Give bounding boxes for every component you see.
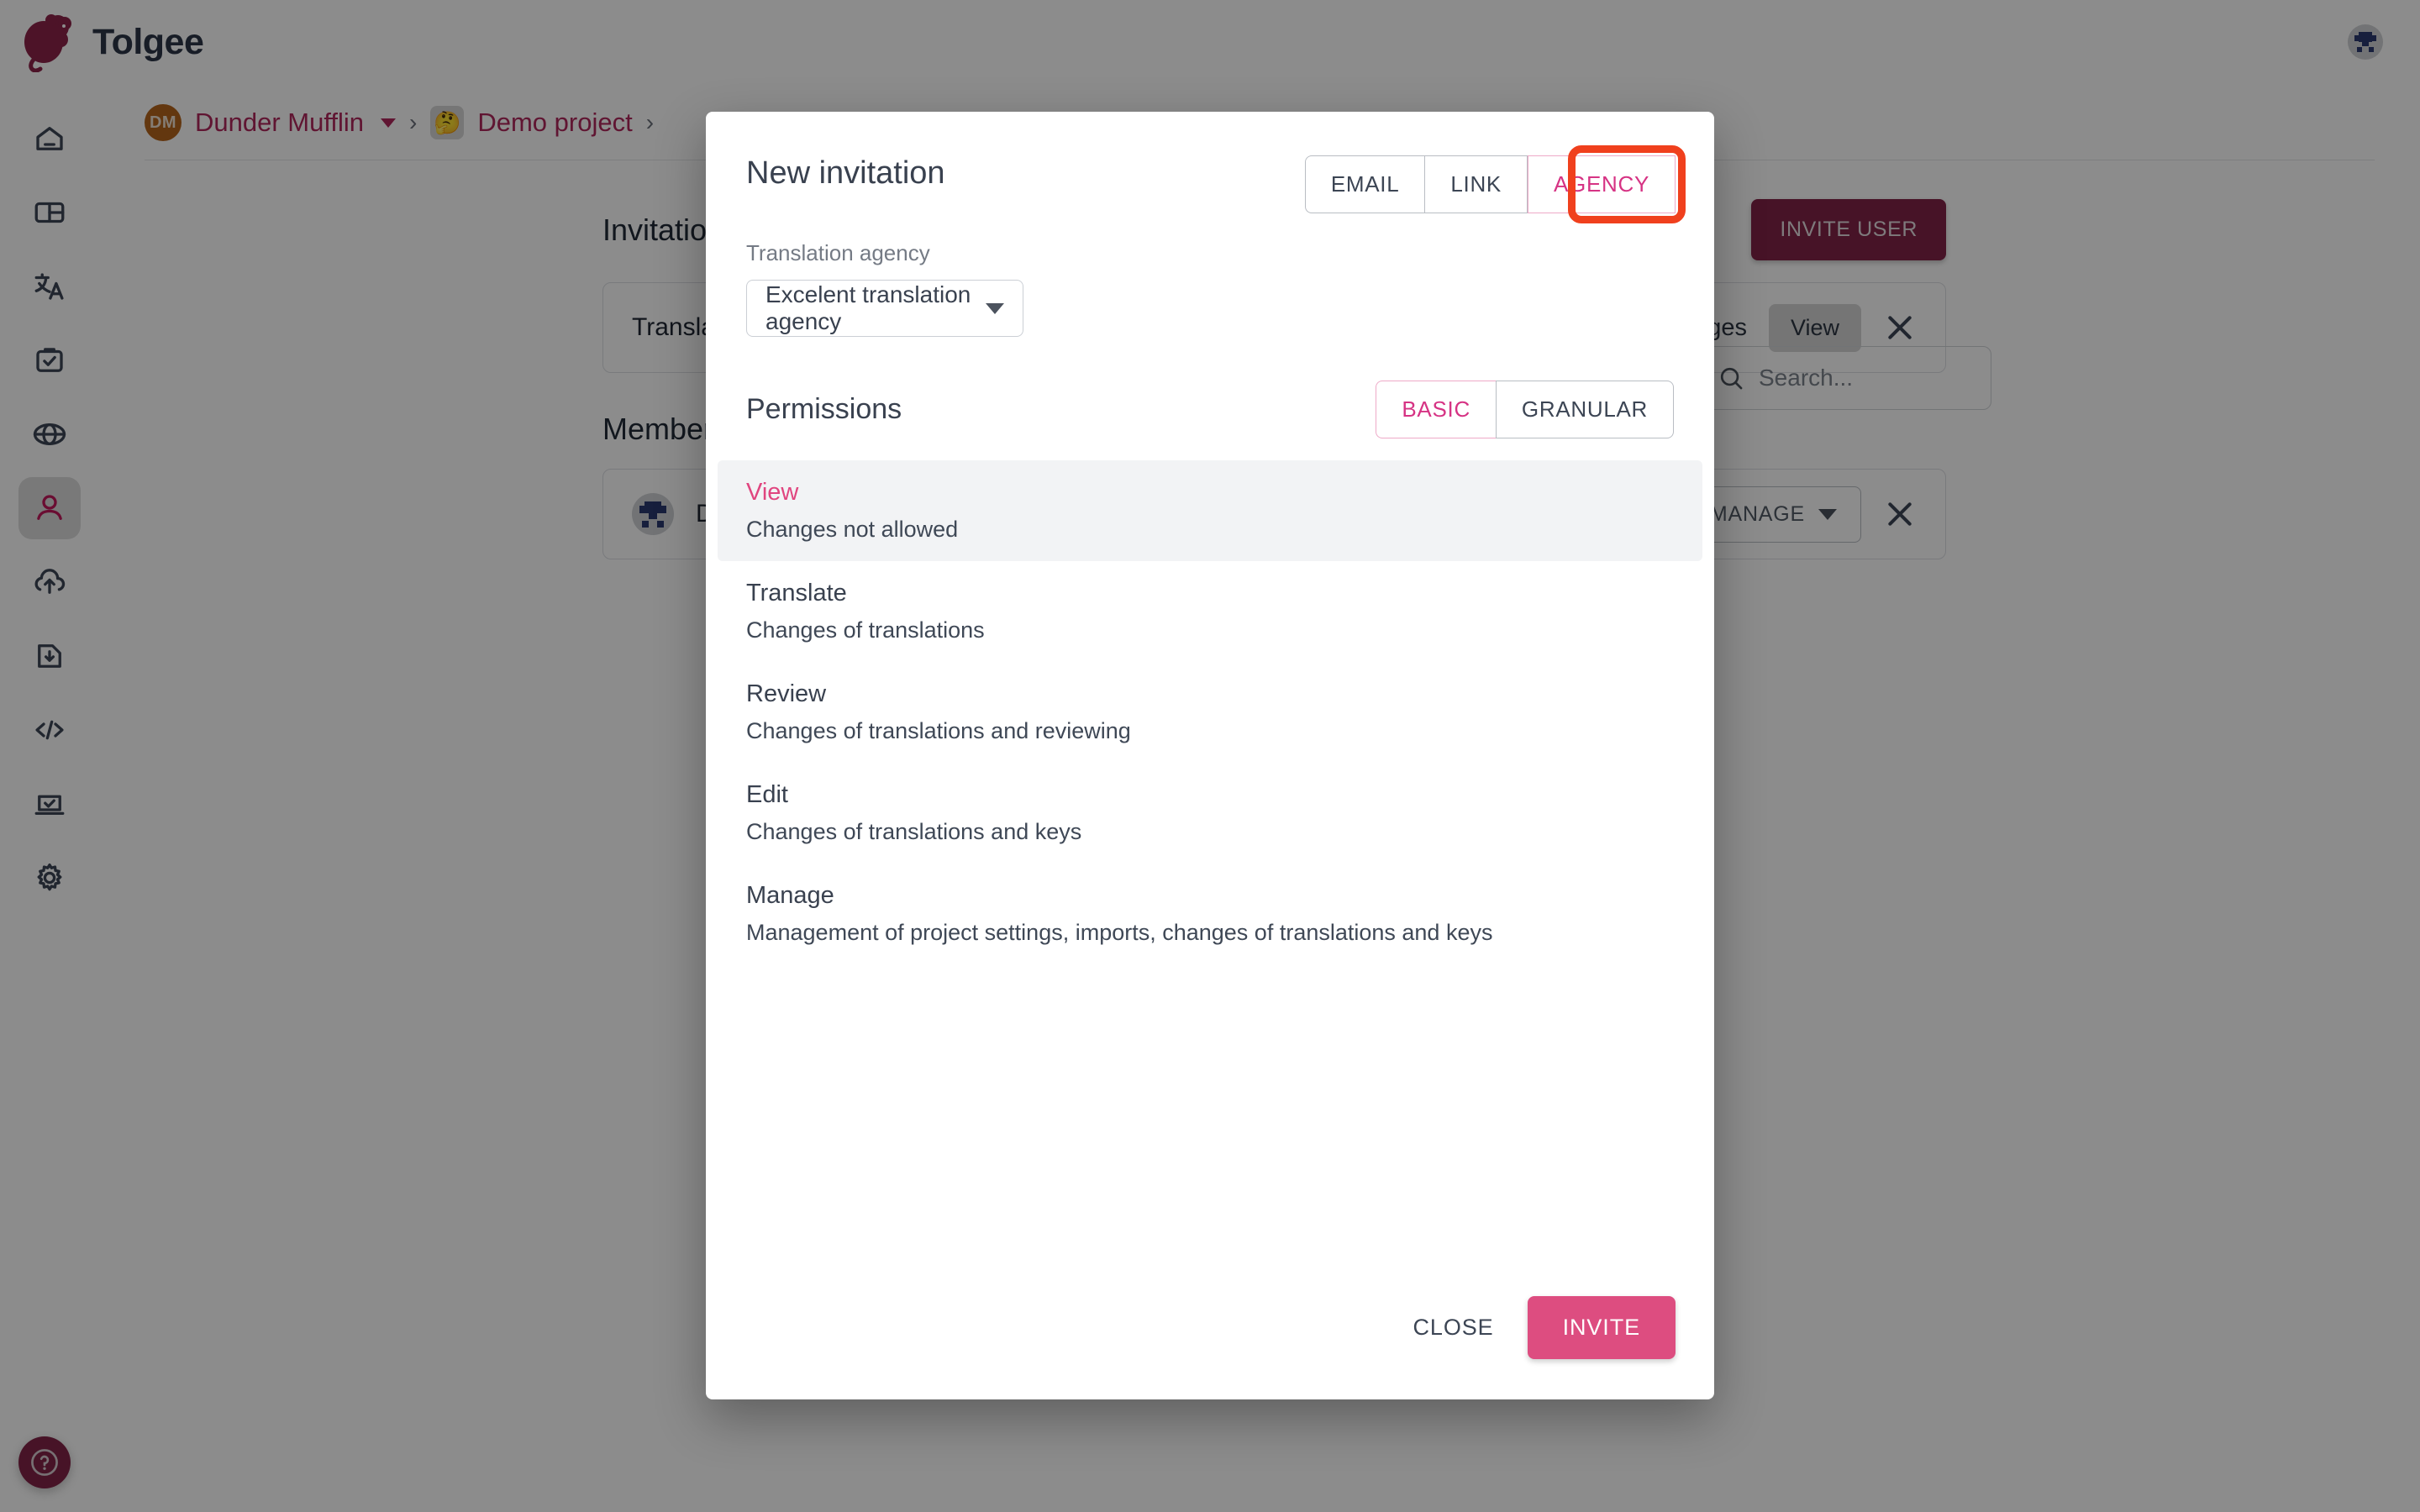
- permissions-mode-tabs: BASIC GRANULAR: [1376, 381, 1674, 438]
- invite-button[interactable]: INVITE: [1527, 1296, 1676, 1359]
- dialog-header: New invitation EMAIL LINK AGENCY: [706, 112, 1714, 223]
- tab-basic[interactable]: BASIC: [1376, 381, 1496, 438]
- dropdown-triangle-icon: [986, 302, 1004, 314]
- permissions-list: View Changes not allowed Translate Chang…: [706, 460, 1714, 964]
- tab-agency[interactable]: AGENCY: [1527, 155, 1676, 213]
- permissions-header: Permissions BASIC GRANULAR: [706, 381, 1714, 438]
- tab-link[interactable]: LINK: [1424, 155, 1528, 213]
- permission-option-view[interactable]: View Changes not allowed: [718, 460, 1702, 561]
- translation-agency-select[interactable]: Excelent translation agency: [746, 280, 1023, 337]
- permission-option-review[interactable]: Review Changes of translations and revie…: [718, 662, 1702, 763]
- permission-option-translate[interactable]: Translate Changes of translations: [718, 561, 1702, 662]
- translation-agency-value: Excelent translation agency: [765, 281, 971, 334]
- permission-option-manage[interactable]: Manage Management of project settings, i…: [718, 864, 1702, 964]
- tab-email[interactable]: EMAIL: [1304, 155, 1425, 213]
- screen: Tolgee DM Dunder Mufflin › 🤔 Demo projec…: [0, 0, 2420, 1512]
- new-invitation-dialog: New invitation EMAIL LINK AGENCY Transla…: [706, 112, 1714, 1399]
- tab-granular[interactable]: GRANULAR: [1495, 381, 1674, 438]
- permission-option-edit[interactable]: Edit Changes of translations and keys: [718, 763, 1702, 864]
- invitation-type-tabs: EMAIL LINK AGENCY: [1304, 145, 1686, 223]
- close-button[interactable]: CLOSE: [1388, 1298, 1519, 1357]
- dialog-title: New invitation: [746, 155, 945, 191]
- dialog-actions: CLOSE INVITE: [706, 1296, 1714, 1399]
- agency-field-label: Translation agency: [746, 240, 930, 265]
- permissions-title: Permissions: [746, 393, 902, 425]
